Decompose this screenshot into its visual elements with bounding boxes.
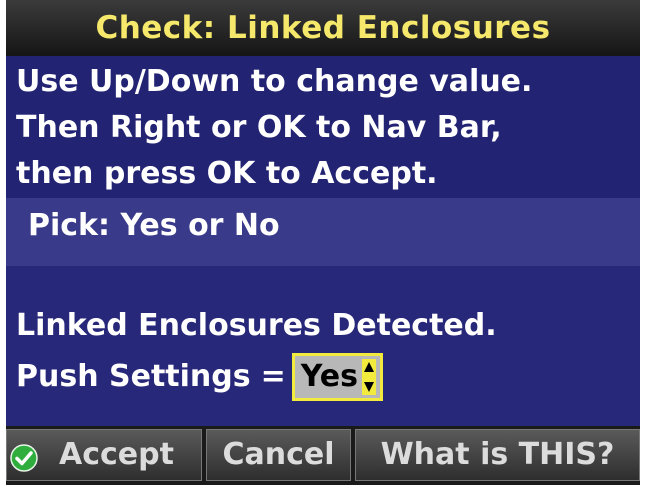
accept-button[interactable]: Accept [6,429,202,481]
nav-bar: Accept Cancel What is THIS? [6,426,640,485]
device-screen: Check: Linked Enclosures Use Up/Down to … [6,0,640,485]
instruction-line-2: Then Right or OK to Nav Bar, [16,110,502,145]
pick-hint: Pick: Yes or No [28,208,280,243]
push-settings-value-selector[interactable]: Yes [291,353,383,401]
push-settings-label: Push Settings [16,359,251,394]
cancel-button[interactable]: Cancel [206,429,351,481]
check-circle-icon [10,444,38,472]
instructions-panel: Use Up/Down to change value. Then Right … [6,56,640,198]
accept-label: Accept [59,437,174,472]
screen-title: Check: Linked Enclosures [6,0,640,56]
what-is-this-button[interactable]: What is THIS? [355,429,640,481]
instruction-line-3: then press OK to Accept. [16,156,438,191]
push-settings-row: Push Settings = Yes [16,353,383,401]
instruction-line-1: Use Up/Down to change value. [16,64,533,99]
detected-message: Linked Enclosures Detected. [16,308,497,343]
pick-hint-bar: Pick: Yes or No [6,198,640,266]
push-settings-value: Yes [300,359,358,394]
setting-content: Linked Enclosures Detected. Push Setting… [6,266,640,426]
equals-sign: = [260,359,286,394]
up-down-arrows-icon[interactable] [361,359,376,395]
